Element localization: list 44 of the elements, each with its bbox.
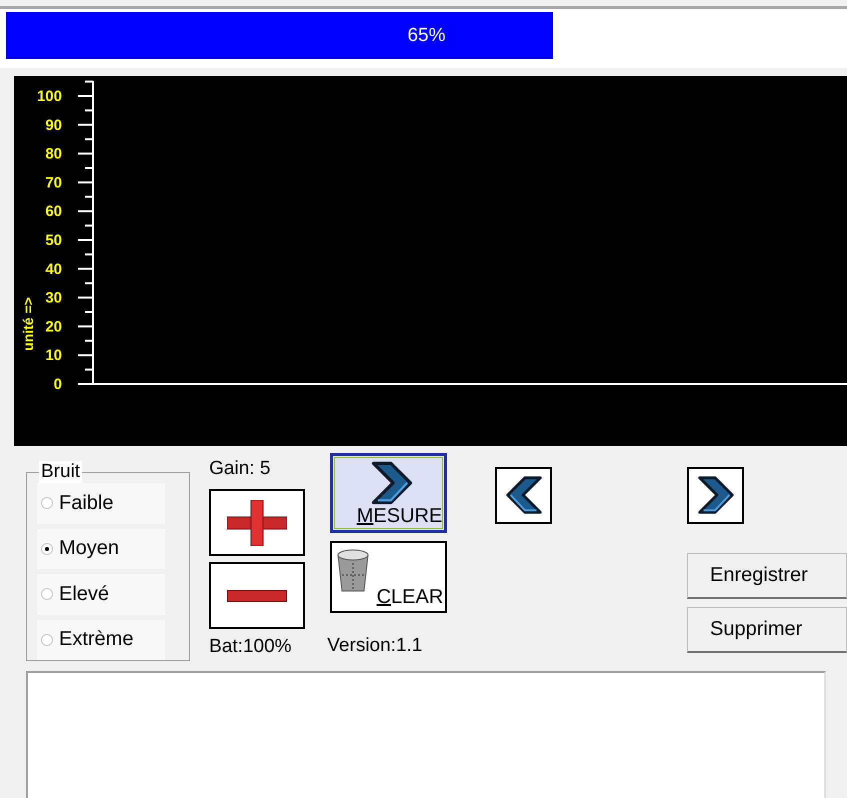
log-field[interactable] (26, 671, 826, 798)
radio-option[interactable]: Extrème (37, 620, 165, 660)
chevron-right-icon (698, 476, 734, 514)
radio-option[interactable]: Moyen (37, 528, 165, 569)
tick-label: 10 (45, 347, 62, 364)
gain-label: Gain: 5 (209, 458, 272, 481)
group-title: Bruit (39, 461, 82, 483)
action-button[interactable]: Supprimer (687, 607, 847, 653)
option-label: Faible (59, 492, 114, 515)
radio-button[interactable] (41, 497, 53, 510)
progress-label: 65% (407, 24, 446, 46)
chevron-left-icon (506, 476, 542, 514)
option-label: Elevé (59, 582, 110, 606)
tick-label: 50 (45, 232, 62, 249)
tick-label: 0 (54, 376, 62, 393)
decrease-button[interactable] (209, 562, 306, 629)
option-label: Extrème (59, 628, 134, 652)
tick-label: 70 (45, 174, 62, 192)
clear-button[interactable]: CLEAR (330, 541, 448, 613)
tick-label: 90 (45, 116, 62, 134)
tick-label: 80 (45, 146, 62, 163)
option-label: Moyen (59, 537, 120, 560)
plus-icon (227, 500, 288, 546)
tick-label: 20 (45, 318, 62, 336)
tick-label: 40 (45, 260, 62, 278)
radio-option[interactable]: Elevé (37, 574, 165, 614)
tick-label: 60 (45, 203, 62, 220)
minus-icon (227, 590, 288, 602)
battery-label: Bat:100% (209, 636, 293, 658)
axis-label: unité => (20, 297, 36, 351)
tick-label: 100 (36, 88, 62, 105)
radio-option[interactable]: Faible (37, 483, 165, 524)
increase-button[interactable] (209, 489, 306, 556)
action-button[interactable]: Enregistrer (687, 553, 847, 599)
measure-button[interactable]: MESURE (330, 453, 448, 533)
chevron-right-icon (372, 462, 412, 504)
radio-button[interactable] (41, 542, 53, 555)
radio-button[interactable] (41, 588, 53, 600)
version-label: Version:1.1 (327, 635, 424, 657)
radio-button[interactable] (41, 634, 53, 646)
previous-button[interactable] (495, 467, 552, 524)
next-button[interactable] (687, 467, 744, 524)
trash-icon (338, 550, 369, 592)
tick-label: 30 (45, 290, 62, 307)
